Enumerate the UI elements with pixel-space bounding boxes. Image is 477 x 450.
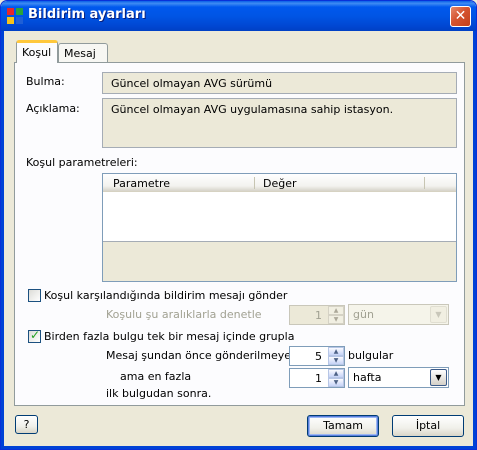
- column-divider: [254, 177, 255, 189]
- aciklama-label: Açıklama:: [26, 102, 80, 115]
- window-border-bottom: [1, 446, 476, 449]
- ok-button[interactable]: Tamam: [307, 415, 379, 437]
- check-interval-unit-value: gün: [353, 308, 374, 321]
- tab-mesaj[interactable]: Mesaj: [58, 43, 108, 63]
- window-border-left: [1, 31, 4, 449]
- send-message-label[interactable]: Koşul karşılandığında bildirim mesajı gö…: [44, 289, 287, 302]
- after-first-label: ilk bulgudan sonra.: [106, 387, 212, 400]
- chevron-down-icon[interactable]: ▼: [430, 306, 447, 323]
- column-header-parametre[interactable]: Parametre: [107, 174, 176, 192]
- spin-arrows-icon[interactable]: ▲ ▼: [328, 369, 344, 387]
- params-label: Koşul parametreleri:: [26, 156, 138, 169]
- check-interval-unit-select[interactable]: gün ▼: [348, 304, 449, 325]
- tab-kosul[interactable]: Koşul: [16, 40, 58, 63]
- window-border-right: [473, 31, 476, 449]
- spin-arrows-icon[interactable]: ▲ ▼: [328, 347, 344, 365]
- at-most-stepper[interactable]: 1 ▲ ▼: [289, 368, 345, 388]
- check-interval-label: Koşulu şu aralıklarla denetle: [106, 308, 262, 321]
- help-label: ?: [23, 418, 30, 431]
- group-findings-label[interactable]: Birden fazla bulgu tek bir mesaj içinde …: [44, 330, 294, 343]
- column-divider: [424, 177, 425, 189]
- spin-up-icon[interactable]: ▲: [328, 306, 344, 315]
- close-icon: ✕: [454, 8, 467, 24]
- spin-down-icon[interactable]: ▼: [328, 356, 344, 365]
- spin-arrows-icon[interactable]: ▲ ▼: [328, 306, 344, 324]
- window-title: Bildirim ayarları: [28, 7, 146, 22]
- chevron-down-icon[interactable]: ▼: [430, 369, 447, 386]
- spin-up-icon[interactable]: ▲: [328, 347, 344, 356]
- aciklama-field: Güncel olmayan AVG uygulamasına sahip is…: [102, 98, 457, 148]
- check-interval-value: 1: [315, 309, 322, 322]
- spin-down-icon[interactable]: ▼: [328, 378, 344, 387]
- dialog-window: Bildirim ayarları ✕ Koşul Mesaj Bulma: G…: [0, 0, 477, 450]
- bulma-field: Güncel olmayan AVG sürümü: [102, 72, 457, 94]
- params-table-header: Parametre Değer: [103, 174, 456, 192]
- aciklama-value: Güncel olmayan AVG uygulamasına sahip is…: [111, 103, 394, 116]
- help-button[interactable]: ?: [15, 415, 38, 434]
- checkmark-icon: ✓: [30, 328, 41, 342]
- at-most-unit-value: hafta: [353, 371, 382, 384]
- params-table[interactable]: Parametre Değer: [102, 173, 457, 282]
- column-header-deger[interactable]: Değer: [257, 174, 303, 192]
- check-interval-stepper[interactable]: 1 ▲ ▼: [289, 305, 345, 325]
- avg-app-icon: [7, 8, 23, 24]
- spin-up-icon[interactable]: ▲: [328, 369, 344, 378]
- tab-label: Koşul: [22, 46, 52, 59]
- not-before-stepper[interactable]: 5 ▲ ▼: [289, 346, 345, 366]
- group-findings-checkbox[interactable]: ✓: [28, 328, 41, 343]
- at-most-value: 1: [315, 372, 322, 385]
- params-table-footer: [103, 241, 456, 281]
- at-most-unit-select[interactable]: hafta ▼: [348, 367, 449, 388]
- bulma-value: Güncel olmayan AVG sürümü: [111, 77, 273, 90]
- bulma-label: Bulma:: [26, 75, 65, 88]
- not-before-label: Mesaj şundan önce gönderilmeyecek: [106, 349, 311, 362]
- spin-down-icon[interactable]: ▼: [328, 315, 344, 324]
- send-message-checkbox[interactable]: [28, 289, 41, 302]
- cancel-button[interactable]: İptal: [392, 415, 464, 437]
- tab-label: Mesaj: [64, 47, 96, 60]
- at-most-label: ama en fazla: [120, 370, 192, 383]
- not-before-value: 5: [315, 350, 322, 363]
- cancel-label: İptal: [415, 419, 441, 432]
- close-button[interactable]: ✕: [450, 6, 471, 27]
- title-bar[interactable]: Bildirim ayarları ✕: [1, 1, 476, 31]
- ok-label: Tamam: [323, 419, 363, 432]
- not-before-suffix: bulgular: [348, 349, 394, 362]
